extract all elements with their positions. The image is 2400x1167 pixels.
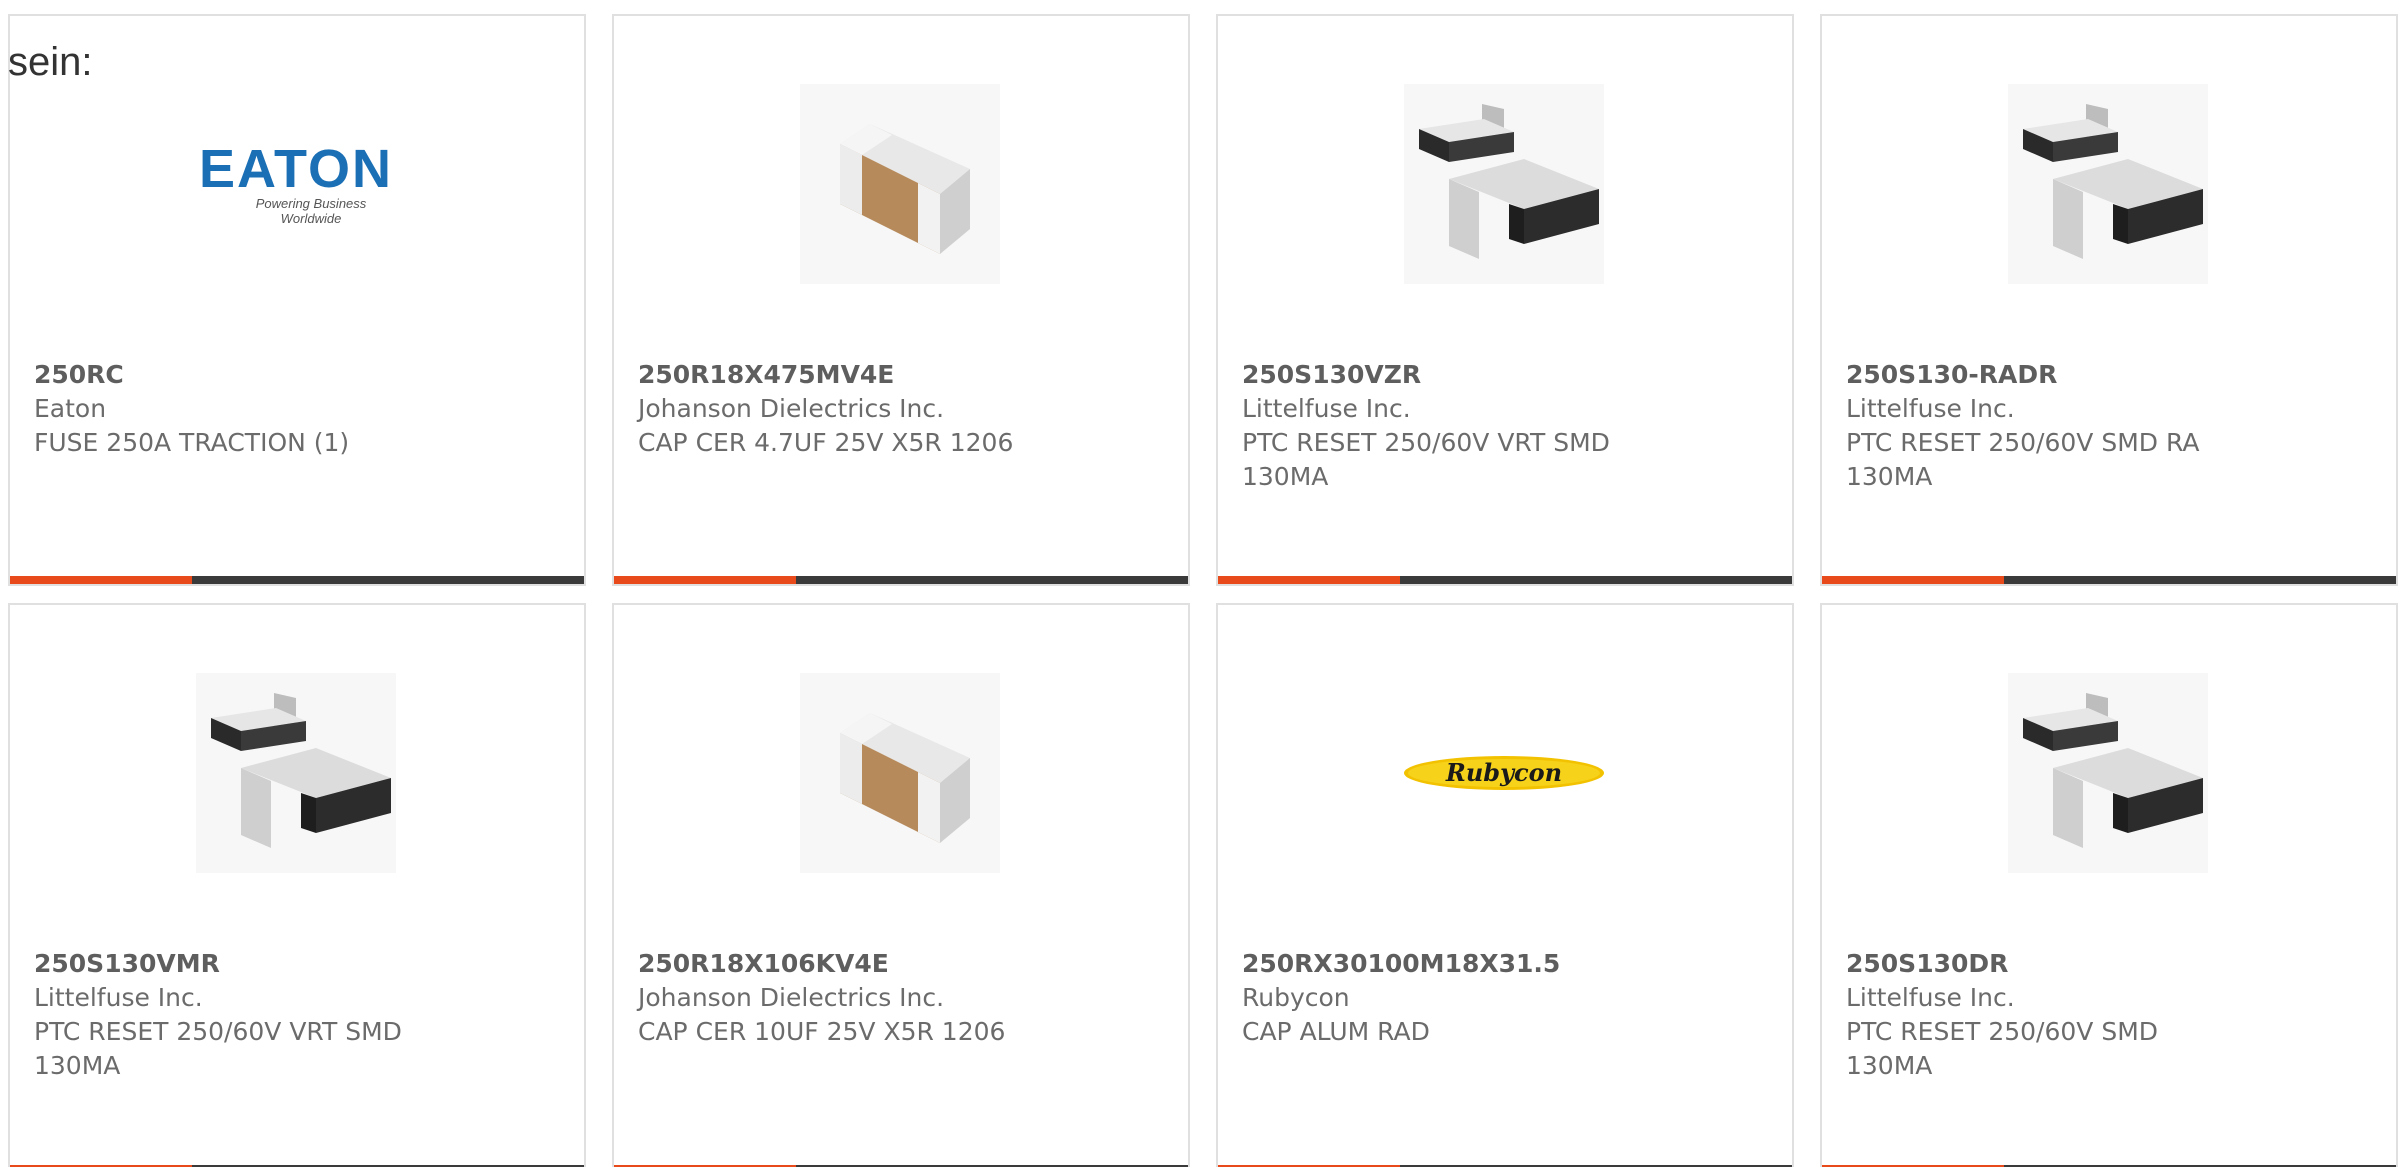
part-number[interactable]: 250S130VMR xyxy=(34,947,434,981)
card-bottom-bar xyxy=(1822,576,2396,584)
description: PTC RESET 250/60V SMD RA 130MA xyxy=(1846,428,2200,491)
description: FUSE 250A TRACTION (1) xyxy=(34,428,350,457)
manufacturer: Littelfuse Inc. xyxy=(34,983,203,1012)
description: PTC RESET 250/60V VRT SMD 130MA xyxy=(1242,428,1610,491)
part-number[interactable]: 250S130-RADR xyxy=(1846,358,2246,392)
manufacturer: Johanson Dielectrics Inc. xyxy=(638,394,945,423)
card-accent-bar xyxy=(1218,576,1400,584)
card-bottom-bar xyxy=(614,576,1188,584)
part-number[interactable]: 250RX30100M18X31.5 xyxy=(1242,947,1642,981)
product-card[interactable]: 250S130-RADR Littelfuse Inc. PTC RESET 2… xyxy=(1820,14,2398,586)
product-card[interactable]: EATON Powering Business Worldwide 250RC … xyxy=(8,14,586,586)
ptc-fuse-icon xyxy=(2008,84,2208,284)
part-number[interactable]: 250S130DR xyxy=(1846,947,2246,981)
manufacturer: Littelfuse Inc. xyxy=(1846,394,2015,423)
card-bottom-bar xyxy=(1218,576,1792,584)
product-card[interactable]: 250S130VMR Littelfuse Inc. PTC RESET 250… xyxy=(8,603,586,1167)
eaton-logo: EATON Powering Business Worldwide xyxy=(198,139,394,226)
ptc-fuse-icon xyxy=(196,673,396,873)
product-card[interactable]: 250S130VZR Littelfuse Inc. PTC RESET 250… xyxy=(1216,14,1794,586)
ptc-fuse-icon xyxy=(1404,84,1604,284)
part-number[interactable]: 250S130VZR xyxy=(1242,358,1642,392)
product-image[interactable] xyxy=(1404,84,1604,284)
product-card[interactable]: 250R18X475MV4E Johanson Dielectrics Inc.… xyxy=(612,14,1190,586)
card-accent-bar xyxy=(614,576,796,584)
card-accent-bar xyxy=(1822,576,2004,584)
rubycon-logo: Rubycon xyxy=(1404,756,1604,790)
rubycon-logo-text: Rubycon xyxy=(1445,758,1562,787)
part-number[interactable]: 250R18X475MV4E xyxy=(638,358,1038,392)
product-image[interactable] xyxy=(2008,84,2208,284)
manufacturer: Littelfuse Inc. xyxy=(1242,394,1411,423)
product-image[interactable] xyxy=(800,84,1000,284)
product-grid-page: sein: EATON Powering Business Worldwide … xyxy=(0,0,2400,1167)
description: PTC RESET 250/60V SMD 130MA xyxy=(1846,1017,2159,1080)
card-bottom-bar xyxy=(10,576,584,584)
description: PTC RESET 250/60V VRT SMD 130MA xyxy=(34,1017,402,1080)
part-number[interactable]: 250RC xyxy=(34,358,434,392)
description: CAP CER 10UF 25V X5R 1206 xyxy=(638,1017,1006,1046)
product-card[interactable]: 250S130DR Littelfuse Inc. PTC RESET 250/… xyxy=(1820,603,2398,1167)
description: CAP CER 4.7UF 25V X5R 1206 xyxy=(638,428,1014,457)
part-number[interactable]: 250R18X106KV4E xyxy=(638,947,1038,981)
manufacturer: Littelfuse Inc. xyxy=(1846,983,2015,1012)
ptc-fuse-icon xyxy=(2008,673,2208,873)
card-accent-bar xyxy=(10,576,192,584)
ceramic-capacitor-icon xyxy=(800,673,1000,873)
product-card[interactable]: Rubycon 250RX30100M18X31.5 Rubycon CAP A… xyxy=(1216,603,1794,1167)
product-image[interactable]: Rubycon xyxy=(1404,673,1604,873)
manufacturer: Eaton xyxy=(34,394,107,423)
product-image[interactable]: EATON Powering Business Worldwide xyxy=(196,84,396,284)
manufacturer: Johanson Dielectrics Inc. xyxy=(638,983,945,1012)
product-image[interactable] xyxy=(196,673,396,873)
ceramic-capacitor-icon xyxy=(800,84,1000,284)
description: CAP ALUM RAD xyxy=(1242,1017,1430,1046)
product-image[interactable] xyxy=(800,673,1000,873)
manufacturer: Rubycon xyxy=(1242,983,1350,1012)
product-card[interactable]: 250R18X106KV4E Johanson Dielectrics Inc.… xyxy=(612,603,1190,1167)
product-image[interactable] xyxy=(2008,673,2208,873)
intro-text: sein: xyxy=(8,40,93,84)
